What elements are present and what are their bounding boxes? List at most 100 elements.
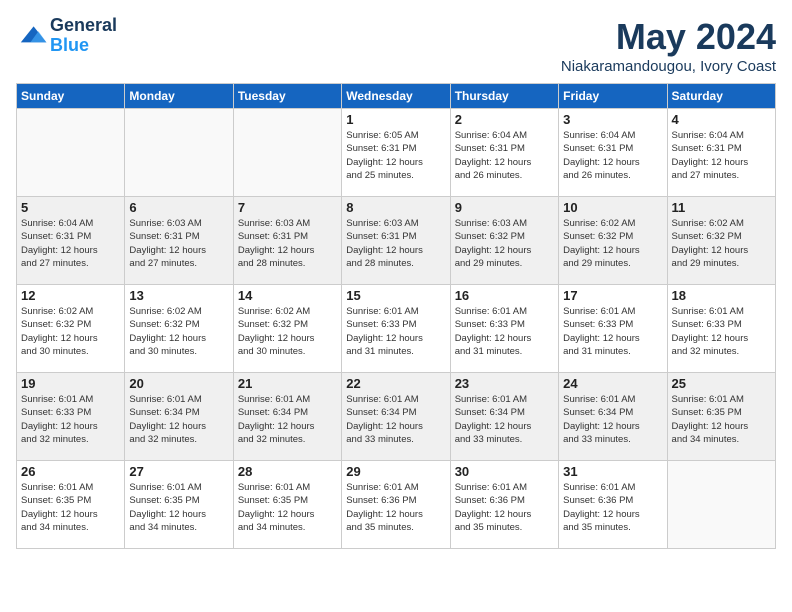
calendar-cell [17,109,125,197]
day-number: 6 [129,200,228,215]
calendar-cell: 20Sunrise: 6:01 AMSunset: 6:34 PMDayligh… [125,373,233,461]
day-info: Sunrise: 6:04 AMSunset: 6:31 PMDaylight:… [455,129,554,182]
calendar-table: SundayMondayTuesdayWednesdayThursdayFrid… [16,83,776,549]
day-number: 8 [346,200,445,215]
calendar-cell: 26 Sunrise: 6:01 AMSunset: 6:35 PMDayligh… [17,461,125,549]
day-info: Sunrise: 6:01 AMSunset: 6:33 PMDaylight:… [346,305,445,358]
day-number: 28 [238,464,337,479]
day-number: 1 [346,112,445,127]
calendar-week-row: 12 Sunrise: 6:02 AMSunset: 6:32 PMDayligh… [17,285,776,373]
day-number: 26 [21,464,120,479]
page-header: GeneralBlue May 2024 Niakaramandougou, I… [16,16,776,75]
day-info: Sunrise: 6:01 AMSunset: 6:35 PMDaylight:… [238,481,337,534]
day-info: Sunrise: 6:02 AMSunset: 6:32 PMDaylight:… [238,305,337,358]
weekday-header-friday: Friday [559,84,667,109]
logo-icon [16,20,48,52]
day-info: Sunrise: 6:03 AMSunset: 6:31 PMDaylight:… [346,217,445,270]
calendar-cell [667,461,775,549]
calendar-cell: 13 Sunrise: 6:02 AMSunset: 6:32 PMDayligh… [125,285,233,373]
day-info: Sunrise: 6:05 AMSunset: 6:31 PMDaylight:… [346,129,445,182]
day-number: 19 [21,376,120,391]
day-number: 5 [21,200,120,215]
calendar-cell [125,109,233,197]
day-info: Sunrise: 6:02 AMSunset: 6:32 PMDaylight:… [21,305,120,358]
day-number: 23 [455,376,554,391]
day-info: Sunrise: 6:02 AMSunset: 6:32 PMDaylight:… [129,305,228,358]
day-number: 17 [563,288,662,303]
day-info: Sunrise: 6:03 AMSunset: 6:31 PMDaylight:… [238,217,337,270]
calendar-cell: 24 Sunrise: 6:01 AMSunset: 6:34 PMDayligh… [559,373,667,461]
calendar-cell: 11 Sunrise: 6:02 AMSunset: 6:32 PMDayligh… [667,197,775,285]
calendar-cell: 21 Sunrise: 6:01 AMSunset: 6:34 PMDayligh… [233,373,341,461]
day-number: 11 [672,200,771,215]
day-info: Sunrise: 6:01 AMSunset: 6:33 PMDaylight:… [21,393,120,446]
day-number: 12 [21,288,120,303]
calendar-cell: 17 Sunrise: 6:01 AMSunset: 6:33 PMDayligh… [559,285,667,373]
calendar-cell: 27 Sunrise: 6:01 AMSunset: 6:35 PMDayligh… [125,461,233,549]
day-info: Sunrise: 6:01 AMSunset: 6:33 PMDaylight:… [672,305,771,358]
logo: GeneralBlue [16,16,117,56]
day-info: Sunrise: 6:01 AMSunset: 6:36 PMDaylight:… [455,481,554,534]
day-info: Sunrise: 6:01 AMSunset: 6:34 PMDaylight:… [563,393,662,446]
day-number: 15 [346,288,445,303]
day-info: Sunrise: 6:04 AMSunset: 6:31 PMDaylight:… [672,129,771,182]
day-info: Sunrise: 6:01 AMSunset: 6:36 PMDaylight:… [563,481,662,534]
day-number: 4 [672,112,771,127]
day-info: Sunrise: 6:01 AMSunset: 6:34 PMDaylight:… [238,393,337,446]
day-info: Sunrise: 6:01 AMSunset: 6:33 PMDaylight:… [563,305,662,358]
day-number: 9 [455,200,554,215]
location: Niakaramandougou, Ivory Coast [561,58,776,75]
calendar-cell: 29 Sunrise: 6:01 AMSunset: 6:36 PMDayligh… [342,461,450,549]
calendar-cell: 28 Sunrise: 6:01 AMSunset: 6:35 PMDayligh… [233,461,341,549]
day-number: 24 [563,376,662,391]
calendar-cell: 2 Sunrise: 6:04 AMSunset: 6:31 PMDaylight… [450,109,558,197]
day-number: 21 [238,376,337,391]
calendar-cell: 14Sunrise: 6:02 AMSunset: 6:32 PMDayligh… [233,285,341,373]
day-info: Sunrise: 6:02 AMSunset: 6:32 PMDaylight:… [672,217,771,270]
day-number: 7 [238,200,337,215]
calendar-cell: 3 Sunrise: 6:04 AMSunset: 6:31 PMDaylight… [559,109,667,197]
day-info: Sunrise: 6:01 AMSunset: 6:34 PMDaylight:… [455,393,554,446]
calendar-cell: 10 Sunrise: 6:02 AMSunset: 6:32 PMDayligh… [559,197,667,285]
calendar-cell: 6 Sunrise: 6:03 AMSunset: 6:31 PMDaylight… [125,197,233,285]
calendar-cell: 7 Sunrise: 6:03 AMSunset: 6:31 PMDaylight… [233,197,341,285]
day-number: 13 [129,288,228,303]
calendar-cell: 1 Sunrise: 6:05 AMSunset: 6:31 PMDaylight… [342,109,450,197]
month-title: May 2024 [561,16,776,58]
day-info: Sunrise: 6:01 AMSunset: 6:34 PMDaylight:… [346,393,445,446]
calendar-week-row: 19 Sunrise: 6:01 AMSunset: 6:33 PMDayligh… [17,373,776,461]
calendar-cell: 5Sunrise: 6:04 AMSunset: 6:31 PMDaylight… [17,197,125,285]
calendar-cell: 4 Sunrise: 6:04 AMSunset: 6:31 PMDaylight… [667,109,775,197]
day-number: 16 [455,288,554,303]
day-number: 29 [346,464,445,479]
calendar-cell: 19 Sunrise: 6:01 AMSunset: 6:33 PMDayligh… [17,373,125,461]
day-number: 27 [129,464,228,479]
day-info: Sunrise: 6:04 AMSunset: 6:31 PMDaylight:… [563,129,662,182]
day-number: 10 [563,200,662,215]
calendar-cell: 18 Sunrise: 6:01 AMSunset: 6:33 PMDayligh… [667,285,775,373]
weekday-header-row: SundayMondayTuesdayWednesdayThursdayFrid… [17,84,776,109]
day-info: Sunrise: 6:03 AMSunset: 6:31 PMDaylight:… [129,217,228,270]
calendar-cell: 16 Sunrise: 6:01 AMSunset: 6:33 PMDayligh… [450,285,558,373]
day-number: 3 [563,112,662,127]
day-info: Sunrise: 6:01 AMSunset: 6:36 PMDaylight:… [346,481,445,534]
day-info: Sunrise: 6:01 AMSunset: 6:35 PMDaylight:… [129,481,228,534]
day-info: Sunrise: 6:02 AMSunset: 6:32 PMDaylight:… [563,217,662,270]
title-block: May 2024 Niakaramandougou, Ivory Coast [561,16,776,75]
calendar-cell: 22 Sunrise: 6:01 AMSunset: 6:34 PMDayligh… [342,373,450,461]
calendar-cell: 15 Sunrise: 6:01 AMSunset: 6:33 PMDayligh… [342,285,450,373]
day-info: Sunrise: 6:03 AMSunset: 6:32 PMDaylight:… [455,217,554,270]
weekday-header-saturday: Saturday [667,84,775,109]
calendar-cell: 12 Sunrise: 6:02 AMSunset: 6:32 PMDayligh… [17,285,125,373]
day-number: 18 [672,288,771,303]
day-number: 30 [455,464,554,479]
day-info: Sunrise: 6:01 AMSunset: 6:34 PMDaylight:… [129,393,228,446]
day-number: 2 [455,112,554,127]
weekday-header-tuesday: Tuesday [233,84,341,109]
day-number: 22 [346,376,445,391]
day-info: Sunrise: 6:01 AMSunset: 6:35 PMDaylight:… [21,481,120,534]
logo-text: GeneralBlue [50,16,117,56]
calendar-cell [233,109,341,197]
calendar-cell: 23 Sunrise: 6:01 AMSunset: 6:34 PMDayligh… [450,373,558,461]
day-info: Sunrise: 6:01 AMSunset: 6:33 PMDaylight:… [455,305,554,358]
